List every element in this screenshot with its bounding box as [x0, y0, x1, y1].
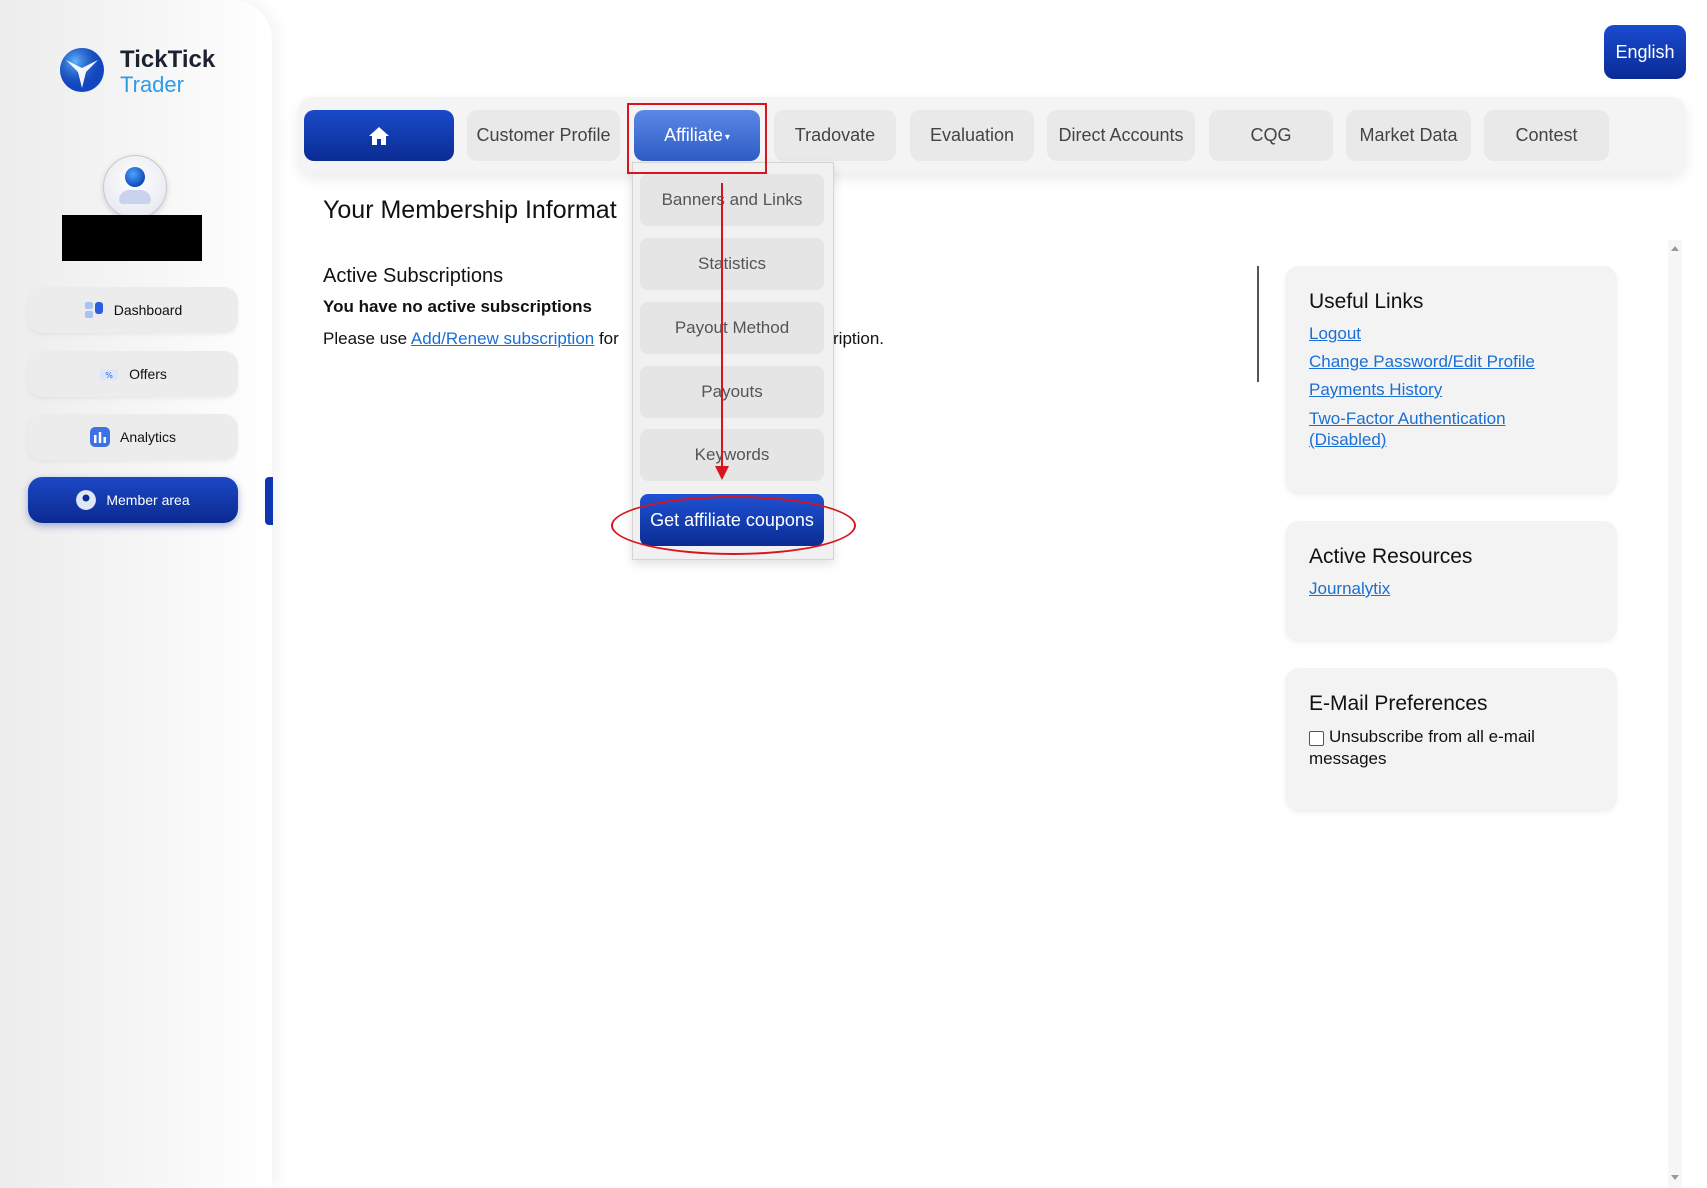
page-scrollbar[interactable]: [1668, 240, 1682, 1188]
home-icon: [369, 126, 389, 145]
payments-history-link[interactable]: Payments History: [1309, 379, 1442, 401]
chevron-down-icon: ▾: [724, 132, 730, 143]
menu-item-banners-and-links[interactable]: Banners and Links: [640, 174, 824, 226]
annotation-arrow-line: [721, 183, 723, 469]
tab-evaluation[interactable]: Evaluation: [910, 110, 1034, 161]
unsubscribe-label: Unsubscribe from all e-mail messages: [1309, 727, 1535, 768]
vertical-divider: [1257, 266, 1259, 382]
add-renew-subscription-link[interactable]: Add/Renew subscription: [411, 329, 594, 348]
two-factor-status-link[interactable]: (Disabled): [1309, 429, 1386, 451]
tab-contest[interactable]: Contest: [1484, 110, 1609, 161]
avatar-head: [125, 167, 145, 187]
logout-link[interactable]: Logout: [1309, 323, 1361, 345]
sidebar-item-dashboard[interactable]: Dashboard: [28, 287, 238, 333]
tab-cqg[interactable]: CQG: [1209, 110, 1333, 161]
sidebar-item-label: Analytics: [119, 429, 177, 445]
logo-icon: [60, 48, 104, 92]
useful-links-title: Useful Links: [1309, 290, 1424, 313]
active-resources-title: Active Resources: [1309, 545, 1473, 568]
change-password-link[interactable]: Change Password/Edit Profile: [1309, 351, 1535, 373]
tab-affiliate[interactable]: Affiliate ▾: [634, 110, 760, 161]
sidebar-item-label: Dashboard: [113, 302, 183, 318]
page-title: Your Membership Informat: [323, 196, 617, 224]
annotation-arrow-head: [715, 466, 729, 480]
menu-item-payout-method[interactable]: Payout Method: [640, 302, 824, 354]
tab-customer-profile[interactable]: Customer Profile: [467, 110, 620, 161]
logo[interactable]: TickTick Trader: [58, 44, 228, 97]
subscriptions-heading: Active Subscriptions: [323, 265, 504, 287]
ticket-icon: %: [100, 369, 119, 380]
sidebar-item-label: Offers: [129, 366, 167, 382]
tab-home[interactable]: [304, 110, 454, 161]
avatar[interactable]: [103, 155, 167, 219]
avatar-body: [119, 190, 151, 204]
language-button[interactable]: English: [1604, 25, 1686, 79]
sidebar-item-label: Member area: [106, 492, 190, 508]
scroll-up-icon[interactable]: [1671, 246, 1679, 251]
member-icon: [76, 490, 97, 510]
brand-subname: Trader: [120, 72, 184, 97]
menu-item-get-affiliate-coupons[interactable]: Get affiliate coupons: [640, 494, 824, 546]
sidebar-item-member-area[interactable]: Member area: [28, 477, 238, 523]
dashboard-icon: [84, 302, 103, 318]
menu-item-statistics[interactable]: Statistics: [640, 238, 824, 290]
brand-name: TickTick: [120, 46, 216, 73]
useful-links-card: Useful Links Logout Change Password/Edit…: [1285, 266, 1617, 495]
tab-direct-accounts[interactable]: Direct Accounts: [1047, 110, 1195, 161]
svg-text:%: %: [105, 371, 113, 380]
sidebar: TickTick Trader Dashboard % Offers Analy…: [0, 0, 273, 1188]
bar-chart-icon: [89, 427, 110, 447]
hint-tail: ription.: [833, 329, 885, 348]
tab-market-data[interactable]: Market Data: [1346, 110, 1471, 161]
no-subscriptions-message: You have no active subscriptions: [323, 297, 592, 316]
top-navigation: Customer Profile Affiliate ▾ Tradovate E…: [298, 97, 1686, 173]
affiliate-dropdown-menu: Banners and Links Statistics Payout Meth…: [632, 162, 834, 560]
sidebar-item-analytics[interactable]: Analytics: [28, 414, 238, 460]
hint-suffix: for: [594, 329, 619, 348]
two-factor-link[interactable]: Two-Factor Authentication: [1309, 408, 1506, 430]
tab-affiliate-label: Affiliate: [664, 125, 723, 145]
email-preferences-card: E-Mail Preferences Unsubscribe from all …: [1285, 668, 1617, 812]
tab-tradovate[interactable]: Tradovate: [774, 110, 896, 161]
menu-item-payouts[interactable]: Payouts: [640, 366, 824, 418]
subscription-hint: Please use Add/Renew subscription for: [323, 329, 619, 349]
journalytix-link[interactable]: Journalytix: [1309, 578, 1390, 600]
email-preferences-title: E-Mail Preferences: [1309, 692, 1488, 715]
redacted-username: [62, 215, 202, 261]
sidebar-item-offers[interactable]: % Offers: [28, 351, 238, 397]
hint-prefix: Please use: [323, 329, 411, 348]
scroll-down-icon[interactable]: [1671, 1175, 1679, 1180]
menu-item-keywords[interactable]: Keywords: [640, 429, 824, 481]
active-indicator: [265, 477, 273, 525]
active-resources-card: Active Resources Journalytix: [1285, 521, 1617, 642]
